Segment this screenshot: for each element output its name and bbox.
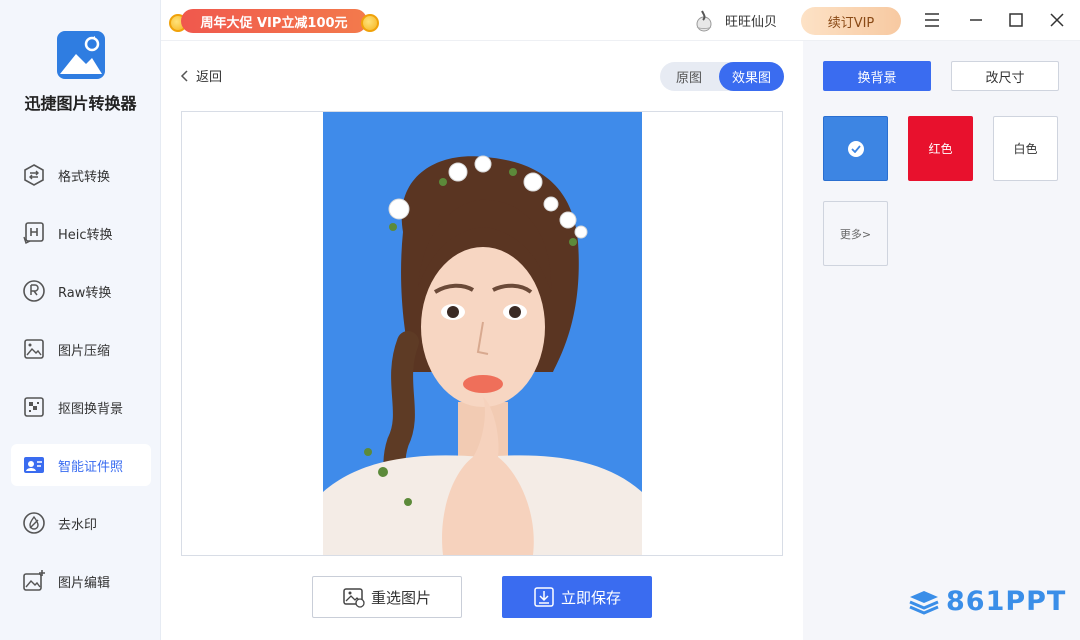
view-toggle: 原图 效果图 [660,62,784,91]
sidebar-item-image-edit[interactable]: 图片编辑 [11,560,151,602]
watermark-text: 861PPT [946,586,1067,617]
watermark-remove-icon [21,510,47,536]
raw-icon [21,278,47,304]
close-icon[interactable] [1047,10,1067,30]
reselect-image-button[interactable]: 重选图片 [312,576,462,618]
sidebar: 迅捷图片转换器 格式转换 Heic转换 Raw转换 图片压缩 抠图换背景 智能证 [0,0,161,640]
minimize-icon[interactable] [966,10,986,30]
tab-resize[interactable]: 改尺寸 [951,61,1059,91]
id-photo-preview [323,112,642,555]
sidebar-item-label: 图片压缩 [58,343,111,359]
settings-panel: 换背景 改尺寸 红色 白色 更多> [803,41,1080,640]
sidebar-item-label: Raw转换 [58,285,112,301]
sidebar-item-compress[interactable]: 图片压缩 [11,328,151,370]
more-colors-button[interactable]: 更多> [823,201,888,266]
color-swatch-red[interactable]: 红色 [908,116,973,181]
id-photo-icon [21,452,47,478]
cutout-icon [21,394,47,420]
sidebar-item-label: 抠图换背景 [58,401,124,417]
stack-logo-icon [909,590,939,615]
portrait-image [323,155,642,555]
save-label: 立即保存 [560,588,621,607]
format-convert-icon [21,162,47,188]
chevron-left-icon [180,69,188,82]
sidebar-item-label: 格式转换 [58,169,111,185]
app-logo-icon [57,31,105,79]
sidebar-item-label: 图片编辑 [58,575,111,591]
renew-vip-button[interactable]: 续订VIP [801,7,901,35]
tab-effect[interactable]: 效果图 [719,62,784,91]
maximize-icon[interactable] [1006,10,1026,30]
sidebar-item-label: 智能证件照 [58,459,124,475]
tab-original[interactable]: 原图 [660,62,718,91]
reselect-label: 重选图片 [370,588,431,607]
image-icon [343,588,365,608]
user-account[interactable]: 旺旺仙贝 [691,6,777,34]
avatar [692,8,716,32]
back-button[interactable]: 返回 [180,66,222,85]
promo-label: 周年大促 VIP立减100元 [181,9,367,33]
menu-icon[interactable] [922,10,942,30]
app-name: 迅捷图片转换器 [24,94,137,113]
save-button[interactable]: 立即保存 [502,576,652,618]
download-icon [534,587,554,607]
username: 旺旺仙贝 [725,14,778,30]
sidebar-item-id-photo[interactable]: 智能证件照 [11,444,151,486]
sidebar-item-format-convert[interactable]: 格式转换 [11,154,151,196]
sidebar-item-label: Heic转换 [58,227,113,243]
title-bar: 周年大促 VIP立减100元 旺旺仙贝 续订VIP [161,0,1080,41]
compress-icon [21,336,47,362]
sidebar-item-label: 去水印 [58,517,98,533]
tab-change-background[interactable]: 换背景 [823,61,931,91]
heic-icon [21,220,47,246]
coin-icon [361,14,379,32]
sidebar-item-cutout[interactable]: 抠图换背景 [11,386,151,428]
color-swatch-blue[interactable] [823,116,888,181]
check-icon [847,140,864,157]
back-label: 返回 [196,70,223,85]
color-swatch-white[interactable]: 白色 [993,116,1058,181]
sidebar-item-watermark-remove[interactable]: 去水印 [11,502,151,544]
promo-banner[interactable]: 周年大促 VIP立减100元 [169,7,379,35]
image-edit-icon [21,568,47,594]
watermark-logo: 861PPT [908,586,1066,617]
sidebar-item-heic[interactable]: Heic转换 [11,212,151,254]
sidebar-item-raw[interactable]: Raw转换 [11,270,151,312]
image-preview [181,111,783,556]
